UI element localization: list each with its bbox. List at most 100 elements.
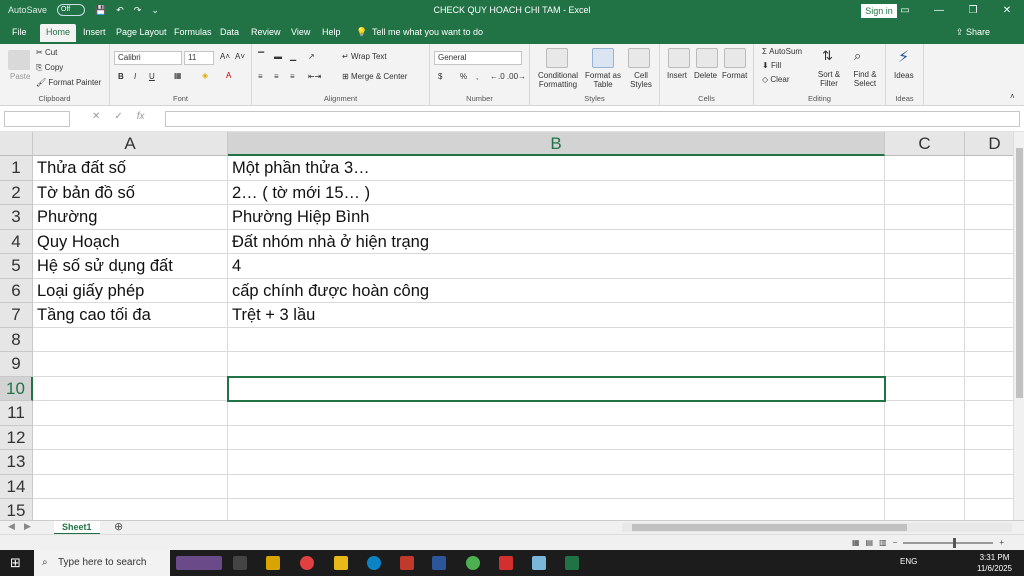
minimize-icon[interactable]: — bbox=[922, 0, 956, 22]
row-header[interactable]: 10 bbox=[0, 376, 33, 401]
cell-c[interactable] bbox=[885, 499, 965, 520]
tab-insert[interactable]: Insert bbox=[83, 27, 106, 37]
format-table-icon[interactable] bbox=[592, 48, 614, 68]
cell-c[interactable] bbox=[885, 229, 965, 254]
font-size-select[interactable]: 11 bbox=[184, 51, 214, 65]
task-view-icon[interactable] bbox=[233, 556, 247, 570]
acrobat-icon[interactable] bbox=[499, 556, 513, 570]
formula-input[interactable] bbox=[165, 111, 1020, 127]
cell-b[interactable] bbox=[228, 425, 885, 450]
conditional-formatting-button[interactable]: Conditional Formatting bbox=[534, 71, 582, 89]
orientation-icon[interactable]: ↗ bbox=[308, 52, 315, 61]
cell-a[interactable]: Tờ bản đồ số bbox=[33, 180, 228, 205]
cell-a[interactable] bbox=[33, 450, 228, 475]
clear-button[interactable]: ◇ Clear bbox=[762, 75, 790, 84]
row-header[interactable]: 14 bbox=[0, 474, 33, 499]
row-header[interactable]: 1 bbox=[0, 156, 33, 181]
column-header-c[interactable]: C bbox=[885, 132, 965, 156]
cancel-icon[interactable]: ✕ bbox=[92, 111, 100, 122]
align-left-icon[interactable]: ≡ bbox=[258, 72, 263, 81]
cell-a[interactable] bbox=[33, 499, 228, 520]
collapse-ribbon-icon[interactable]: ˄ bbox=[1010, 92, 1015, 101]
find-icon[interactable]: ⌕ bbox=[854, 48, 861, 64]
cell-a[interactable]: Quy Hoạch bbox=[33, 229, 228, 254]
tab-file[interactable]: File bbox=[12, 27, 27, 37]
zoom-out-icon[interactable]: − bbox=[893, 538, 898, 547]
tab-home[interactable]: Home bbox=[40, 24, 77, 42]
cell-a[interactable] bbox=[33, 352, 228, 377]
increase-font-icon[interactable]: A˄ bbox=[220, 52, 230, 61]
insert-cells-icon[interactable] bbox=[668, 48, 690, 68]
cell-c[interactable] bbox=[885, 474, 965, 499]
page-break-view-icon[interactable]: ▥ bbox=[879, 538, 887, 547]
tab-page-layout[interactable]: Page Layout bbox=[116, 27, 167, 37]
conditional-formatting-icon[interactable] bbox=[546, 48, 568, 68]
align-middle-icon[interactable]: ▬ bbox=[274, 52, 282, 61]
cell-c[interactable] bbox=[885, 401, 965, 426]
format-cells-icon[interactable] bbox=[724, 48, 746, 68]
row-header[interactable]: 11 bbox=[0, 401, 33, 426]
prev-sheet-icon[interactable]: ◀ bbox=[8, 521, 15, 532]
fill-button[interactable]: ⬇ Fill bbox=[762, 61, 781, 70]
row-header[interactable]: 5 bbox=[0, 254, 33, 279]
cut-button[interactable]: ✂ Cut bbox=[36, 48, 57, 57]
insert-cells-button[interactable]: Insert bbox=[667, 71, 687, 80]
zoom-in-icon[interactable]: + bbox=[999, 538, 1004, 547]
cell-a[interactable]: Loại giấy phép bbox=[33, 278, 228, 303]
cell-a[interactable] bbox=[33, 401, 228, 426]
comma-button[interactable]: , bbox=[476, 72, 478, 81]
cell-a[interactable]: Phường bbox=[33, 205, 228, 230]
delete-cells-button[interactable]: Delete bbox=[694, 71, 717, 80]
cell-styles-icon[interactable] bbox=[628, 48, 650, 68]
align-bottom-icon[interactable]: ▁ bbox=[290, 52, 296, 61]
row-header[interactable]: 2 bbox=[0, 180, 33, 205]
copy-button[interactable]: ⎘ Copy bbox=[36, 63, 63, 73]
cell-a[interactable] bbox=[33, 376, 228, 401]
column-header-a[interactable]: A bbox=[33, 132, 228, 156]
sheet-tab-sheet1[interactable]: Sheet1 bbox=[54, 521, 100, 535]
cell-a[interactable] bbox=[33, 425, 228, 450]
decimal-icon[interactable]: ←.0 .00→ bbox=[490, 72, 526, 81]
cell-b[interactable] bbox=[228, 450, 885, 475]
horizontal-scrollbar[interactable] bbox=[622, 523, 1012, 532]
decrease-font-icon[interactable]: A˅ bbox=[235, 52, 245, 61]
tab-data[interactable]: Data bbox=[220, 27, 239, 37]
currency-button[interactable]: $ bbox=[438, 72, 442, 81]
notes-icon[interactable] bbox=[532, 556, 546, 570]
cell-b[interactable] bbox=[228, 401, 885, 426]
clock[interactable]: 3:31 PM 11/6/2025 bbox=[977, 552, 1012, 574]
ideas-icon[interactable]: ⚡ bbox=[898, 47, 909, 67]
row-header[interactable]: 15 bbox=[0, 499, 33, 520]
row-header[interactable]: 6 bbox=[0, 278, 33, 303]
store-icon[interactable] bbox=[266, 556, 280, 570]
italic-button[interactable]: I bbox=[134, 72, 136, 81]
font-color-icon[interactable]: A bbox=[226, 71, 231, 80]
cell-b[interactable]: Phường Hiệp Bình bbox=[228, 205, 885, 230]
cell-styles-button[interactable]: Cell Styles bbox=[626, 71, 656, 89]
row-header[interactable]: 4 bbox=[0, 229, 33, 254]
cell-c[interactable] bbox=[885, 303, 965, 328]
bold-button[interactable]: B bbox=[118, 72, 124, 81]
tab-formulas[interactable]: Formulas bbox=[174, 27, 212, 37]
page-layout-view-icon[interactable]: ▤ bbox=[866, 538, 874, 547]
chrome-red-icon[interactable] bbox=[300, 556, 314, 570]
cell-c[interactable] bbox=[885, 425, 965, 450]
excel-icon[interactable] bbox=[565, 556, 579, 570]
row-header[interactable]: 12 bbox=[0, 425, 33, 450]
number-format-select[interactable]: General bbox=[434, 51, 522, 65]
cell-b[interactable] bbox=[228, 474, 885, 499]
cell-b[interactable] bbox=[228, 499, 885, 520]
tab-view[interactable]: View bbox=[291, 27, 310, 37]
paste-icon[interactable] bbox=[8, 50, 30, 70]
file-explorer-icon[interactable] bbox=[334, 556, 348, 570]
insert-function-icon[interactable]: fx bbox=[137, 111, 145, 122]
add-sheet-icon[interactable]: ⊕ bbox=[114, 521, 123, 533]
cell-c[interactable] bbox=[885, 278, 965, 303]
cell-b[interactable] bbox=[228, 352, 885, 377]
cell-b[interactable]: 2… ( tờ mới 15… ) bbox=[228, 180, 885, 205]
underline-button[interactable]: U bbox=[149, 72, 155, 81]
borders-icon[interactable]: ▦ bbox=[174, 71, 182, 80]
cell-b[interactable]: 4 bbox=[228, 254, 885, 279]
cell-c[interactable] bbox=[885, 352, 965, 377]
cell-a[interactable] bbox=[33, 327, 228, 352]
